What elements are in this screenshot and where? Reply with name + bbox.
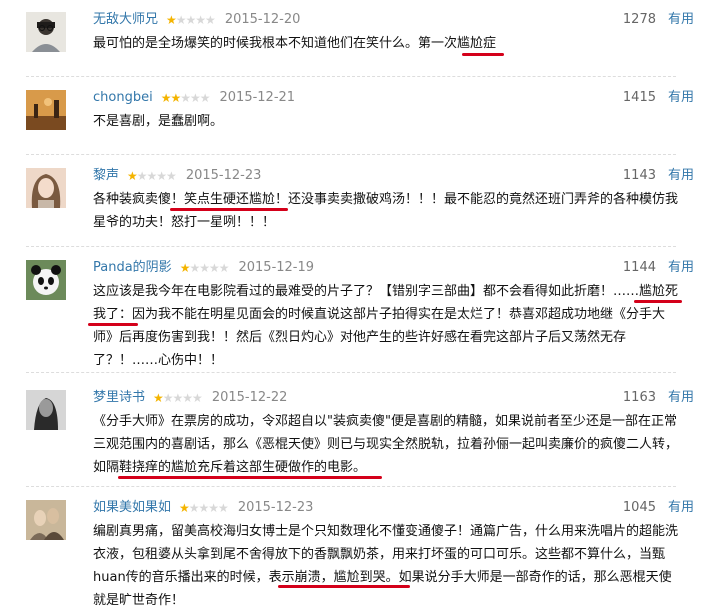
highlight-underline	[278, 585, 410, 588]
vote-count: 1278	[622, 12, 656, 27]
divider	[26, 246, 676, 247]
rating-stars: ★★★★★	[179, 261, 230, 275]
highlight-underline	[88, 323, 138, 326]
review-text: 这应该是我今年在电影院看过的最难受的片子了？【错别字三部曲】都不会看得如此折磨！…	[93, 284, 679, 368]
rating-stars: ★★★★★	[127, 169, 177, 183]
review-text: 各种装疯卖傻！笑点生硬还尴尬！还没事卖卖撒破鸡汤！！！最不能忍的竟然还班门弄斧的…	[93, 192, 679, 230]
divider	[26, 154, 676, 155]
useful-button[interactable]: 有用	[668, 258, 694, 278]
divider	[26, 76, 676, 77]
useful-button[interactable]: 有用	[668, 10, 694, 30]
review-text: 最可怕的是全场爆笑的时候我根本不知道他们在笑什么。第一次尴尬症	[93, 36, 497, 51]
rating-stars: ★★★★★	[153, 391, 203, 405]
author-name[interactable]: 梦里诗书	[93, 390, 145, 405]
avatar[interactable]	[26, 12, 66, 52]
author-name[interactable]: 如果美如果如	[93, 500, 171, 515]
review-date: 2015-12-20	[224, 12, 301, 27]
highlight-underline	[170, 208, 288, 211]
author-name[interactable]: Panda的阴影	[93, 260, 172, 275]
avatar[interactable]	[26, 390, 66, 430]
avatar[interactable]	[26, 168, 66, 208]
useful-button[interactable]: 有用	[668, 166, 694, 186]
rating-stars: ★★★★★	[166, 13, 216, 27]
vote-count: 1163	[622, 390, 656, 405]
review-date: 2015-12-23	[237, 500, 314, 515]
review-text: 《分手大师》在票房的成功，令邓超自以"装疯卖傻"便是喜剧的精髓，如果说前者至少还…	[93, 414, 679, 475]
highlight-underline	[118, 476, 382, 479]
highlight-underline	[462, 53, 504, 56]
divider	[26, 486, 676, 487]
review-date: 2015-12-22	[211, 390, 288, 405]
useful-button[interactable]: 有用	[668, 498, 694, 518]
rating-stars: ★★★★★	[179, 501, 229, 515]
avatar[interactable]	[26, 500, 66, 540]
useful-button[interactable]: 有用	[668, 88, 694, 108]
review-date: 2015-12-19	[238, 260, 315, 275]
author-name[interactable]: 黎声	[93, 168, 119, 183]
highlight-underline	[634, 300, 682, 303]
vote-count: 1045	[622, 500, 656, 515]
avatar[interactable]	[26, 90, 66, 130]
review-text: 编剧真男痛，留美高校海归女博士是个只知数理化不懂变通傻子！通篇广告，什么用来洗唱…	[93, 524, 679, 608]
rating-stars: ★★★★★	[160, 91, 211, 105]
review-date: 2015-12-21	[219, 90, 296, 105]
review-date: 2015-12-23	[185, 168, 262, 183]
avatar[interactable]	[26, 260, 66, 300]
divider	[26, 372, 676, 373]
author-name[interactable]: 无敌大师兄	[93, 12, 158, 27]
author-name[interactable]: chongbei	[93, 90, 153, 105]
vote-count: 1415	[622, 90, 656, 105]
review-text: 不是喜剧，是蠢剧啊。	[93, 114, 224, 129]
vote-count: 1144	[622, 260, 656, 275]
useful-button[interactable]: 有用	[668, 388, 694, 408]
vote-count: 1143	[622, 168, 656, 183]
